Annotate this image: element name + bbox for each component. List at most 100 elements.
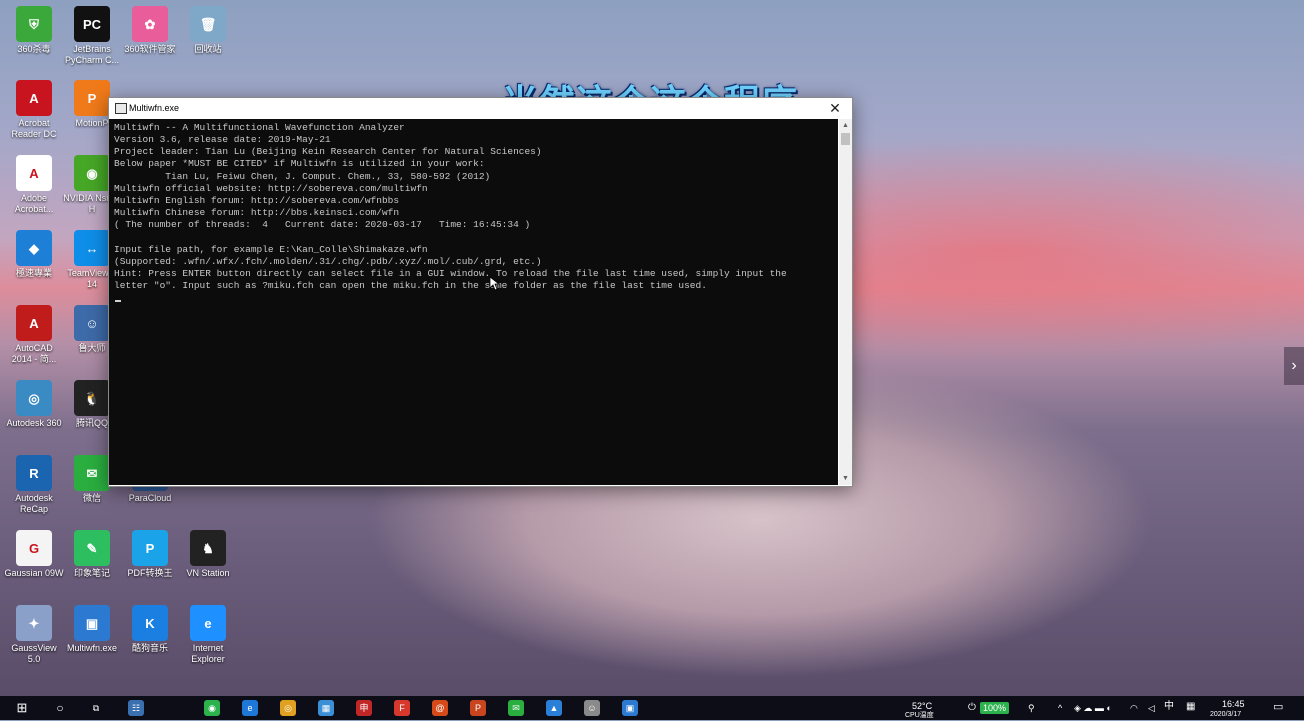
desktop-icon-label: 印象笔记 xyxy=(73,568,110,578)
user-icon[interactable]: ⚲ xyxy=(1028,703,1035,713)
desktop-icon[interactable]: e Internet Explorer xyxy=(178,605,238,665)
taskbar-foxit-icon[interactable]: F xyxy=(394,700,410,716)
console-text: Multiwfn -- A Multifunctional Wavefuncti… xyxy=(114,122,787,292)
desktop-icon-label: 360杀毒 xyxy=(17,44,51,54)
app-icon: A xyxy=(16,155,52,191)
taskbar-app-8-icon[interactable]: @ xyxy=(432,700,448,716)
taskbar-app-5-icon[interactable]: ▦ xyxy=(318,700,334,716)
app-icon: G xyxy=(16,530,52,566)
scroll-thumb[interactable] xyxy=(841,133,850,145)
app-icon: ↔ xyxy=(74,230,110,266)
taskbar-powerpoint-icon[interactable]: P xyxy=(470,700,486,716)
desktop-icon-label: 360软件管家 xyxy=(124,44,176,54)
desktop-icon-label: Internet Explorer xyxy=(191,643,225,664)
scroll-up-icon[interactable]: ▲ xyxy=(839,119,852,132)
desktop-icon[interactable]: ✦ GaussView 5.0 xyxy=(4,605,64,665)
app-icon: ◎ xyxy=(16,380,52,416)
desktop-icon-label: GaussView 5.0 xyxy=(11,643,57,664)
app-icon: ✦ xyxy=(16,605,52,641)
desktop-icon-label: Adobe Acrobat... xyxy=(14,193,54,214)
app-icon: ☺ xyxy=(74,305,110,341)
desktop-icon[interactable]: R Autodesk ReCap xyxy=(4,455,64,515)
desktop-icon-label: VN Station xyxy=(186,568,230,578)
battery-indicator[interactable]: 100% xyxy=(980,702,1010,714)
taskbar-app-1-icon[interactable]: ☷ xyxy=(128,700,144,716)
volume-icon[interactable]: ◁ xyxy=(1148,703,1155,713)
app-icon: ✎ xyxy=(74,530,110,566)
clock-date[interactable]: 2020/3/17 xyxy=(1210,710,1241,720)
desktop-icon-label: PDF转换王 xyxy=(127,568,173,578)
app-icon: ✿ xyxy=(132,6,168,42)
search-icon[interactable]: ○ xyxy=(52,700,68,716)
taskbar-app-11-icon[interactable]: ▲ xyxy=(546,700,562,716)
cpu-temperature: 52°C xyxy=(912,701,933,711)
mouse-pointer-icon xyxy=(490,277,500,291)
side-panel-arrow[interactable]: › xyxy=(1284,347,1304,385)
app-icon: ▣ xyxy=(74,605,110,641)
task-view-icon[interactable]: ⧉ xyxy=(88,700,104,716)
app-icon: 🗑 xyxy=(190,6,226,42)
taskbar-wechat-icon[interactable]: ✉ xyxy=(508,700,524,716)
desktop-icon[interactable]: K 酷狗音乐 xyxy=(120,605,180,654)
desktop-icon[interactable]: PC JetBrains PyCharm C... xyxy=(62,6,122,66)
desktop-icon[interactable]: G Gaussian 09W xyxy=(4,530,64,579)
console-output[interactable]: Multiwfn -- A Multifunctional Wavefuncti… xyxy=(109,119,838,485)
desktop-icon-label: ParaCloud xyxy=(128,493,172,503)
notification-icon[interactable]: ▭ xyxy=(1273,702,1283,713)
desktop-icon-label: Acrobat Reader DC xyxy=(11,118,57,139)
close-button[interactable]: ✕ xyxy=(818,98,852,119)
app-icon: PC xyxy=(74,6,110,42)
start-button[interactable]: ⊞ xyxy=(14,700,30,716)
text-cursor xyxy=(115,300,121,302)
taskbar-multiwfn-icon[interactable]: ▣ xyxy=(622,700,638,716)
desktop-icon[interactable]: P PDF转换王 xyxy=(120,530,180,579)
desktop-icon[interactable]: A Acrobat Reader DC xyxy=(4,80,64,140)
desktop-icon-label: Autodesk ReCap xyxy=(15,493,53,514)
desktop-icon-label: Gaussian 09W xyxy=(4,568,64,578)
wifi-icon[interactable]: ◠ xyxy=(1130,703,1138,713)
desktop-icon[interactable]: ⛨ 360杀毒 xyxy=(4,6,64,55)
desktop-icon[interactable]: ◎ Autodesk 360 xyxy=(4,380,64,429)
desktop-icon[interactable]: ▣ Multiwfn.exe xyxy=(62,605,122,654)
app-icon: K xyxy=(132,605,168,641)
taskbar-edge-icon[interactable]: e xyxy=(242,700,258,716)
console-window[interactable]: Multiwfn.exe ✕ Multiwfn -- A Multifuncti… xyxy=(108,97,853,487)
console-titlebar[interactable]: Multiwfn.exe ✕ xyxy=(109,98,852,119)
desktop-icon-label: AutoCAD 2014 - 简... xyxy=(11,343,57,364)
taskbar-app-6-icon[interactable]: 申 xyxy=(356,700,372,716)
desktop-icon-label: JetBrains PyCharm C... xyxy=(64,44,119,65)
clock-time[interactable]: 16:45 xyxy=(1222,699,1245,709)
taskbar-chrome-icon[interactable]: ◎ xyxy=(280,700,296,716)
desktop-icon[interactable]: ♞ VN Station xyxy=(178,530,238,579)
desktop-icon[interactable]: 🗑 回收站 xyxy=(178,6,238,55)
ime-indicator[interactable]: 中 xyxy=(1164,702,1174,712)
desktop-icon[interactable]: ✿ 360软件管家 xyxy=(120,6,180,55)
desktop-icon-label: Multiwfn.exe xyxy=(66,643,118,653)
desktop-icon-label: Autodesk 360 xyxy=(6,418,62,428)
app-icon: ⛨ xyxy=(16,6,52,42)
keyboard-icon[interactable]: ▦ xyxy=(1186,702,1195,712)
tray-icons[interactable]: ◈ ☁ ▬ ◐ xyxy=(1074,703,1112,713)
desktop-icon-label: 極速專業 xyxy=(15,268,52,278)
app-icon: ◆ xyxy=(16,230,52,266)
app-icon: ♞ xyxy=(190,530,226,566)
show-hidden-icons[interactable]: ^ xyxy=(1058,703,1062,713)
app-icon: ◉ xyxy=(74,155,110,191)
desktop-icon-label: 回收站 xyxy=(194,44,222,54)
desktop-icon[interactable]: ◆ 極速專業 xyxy=(4,230,64,279)
console-app-icon xyxy=(115,103,127,114)
taskbar: ⊞ ○ ⧉ ☷ ◉ e ◎ ▦ 申 F @ P ✉ ▲ ☺ ▣ 52°C CPU温度 ⏻ 100% ⚲ … xyxy=(0,696,1304,720)
app-icon: A xyxy=(16,305,52,341)
desktop-icon[interactable]: ✎ 印象笔记 xyxy=(62,530,122,579)
taskbar-app-12-icon[interactable]: ☺ xyxy=(584,700,600,716)
app-icon: ✉ xyxy=(74,455,110,491)
plug-icon[interactable]: ⏻ xyxy=(968,703,976,713)
app-icon: P xyxy=(74,80,110,116)
desktop-icon-label: 酷狗音乐 xyxy=(131,643,168,653)
desktop-icon[interactable]: A Adobe Acrobat... xyxy=(4,155,64,215)
taskbar-app-2-icon[interactable]: ◉ xyxy=(204,700,220,716)
app-icon: R xyxy=(16,455,52,491)
desktop-icon[interactable]: A AutoCAD 2014 - 简... xyxy=(4,305,64,365)
scroll-down-icon[interactable]: ▼ xyxy=(839,472,852,485)
vertical-scrollbar[interactable]: ▲ ▼ xyxy=(839,119,852,485)
